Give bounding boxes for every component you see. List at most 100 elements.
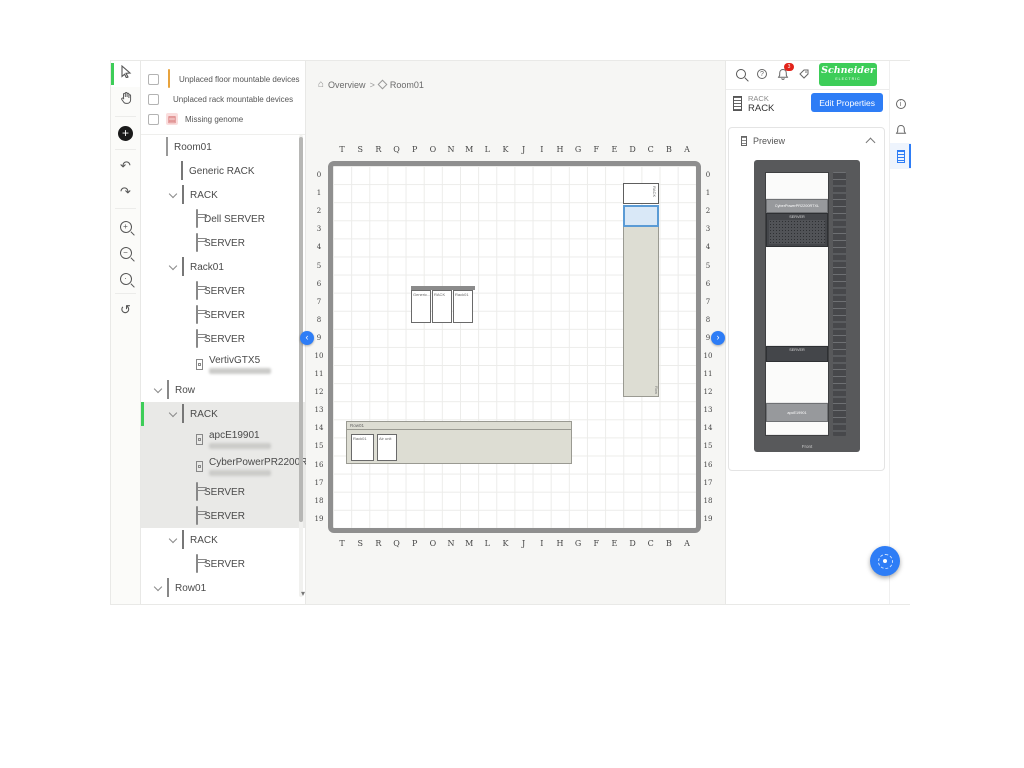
filter-checkbox[interactable]	[148, 94, 159, 105]
right-rail: i	[889, 61, 911, 604]
server-icon	[196, 483, 198, 501]
floorplan-canvas[interactable]: ⌂ Overview > Room01 TSRQPONMLKJIHGFEDCBA…	[306, 61, 726, 604]
floor-row-label: 16	[703, 456, 713, 474]
tree-item-rack[interactable]: RACK	[141, 183, 305, 207]
tree-item-rack[interactable]: RACK	[141, 528, 305, 552]
tree-item-cyberpowerpr2200r[interactable]: CyberPowerPR2200R...	[141, 453, 305, 480]
help-icon[interactable]: ?	[755, 67, 769, 81]
guided-tour-button[interactable]	[870, 546, 900, 576]
collapse-preview-icon[interactable]	[866, 138, 876, 148]
floor-row-body[interactable]: Row	[623, 227, 659, 397]
breadcrumb-room[interactable]: Room01	[390, 80, 424, 90]
floor-row-label: 11	[314, 365, 324, 383]
tree-item-room01[interactable]: Room01	[141, 135, 305, 159]
collapse-sidebar-toggle[interactable]: ‹	[300, 331, 314, 345]
tree-item-label: Generic RACK	[189, 166, 255, 177]
chevron-down-icon[interactable]	[154, 582, 162, 590]
chevron-down-icon[interactable]	[169, 534, 177, 542]
zoom-fit-button[interactable]: ·	[111, 264, 140, 290]
collapse-panel-toggle[interactable]: ›	[711, 331, 725, 345]
rack-unit-rail	[833, 172, 846, 436]
hand-icon	[120, 91, 132, 109]
select-tool[interactable]	[111, 61, 140, 87]
scrollbar-thumb[interactable]	[299, 137, 303, 522]
tree-item-server[interactable]: SERVER	[141, 231, 305, 255]
schneider-logo[interactable]: Schneider Electric	[819, 63, 877, 86]
floor-rack-rack[interactable]: RACK	[432, 290, 452, 323]
tree-item-row01[interactable]: Row01	[141, 576, 305, 600]
floor-row-label: 0	[703, 166, 713, 184]
floor-row-label: 19	[703, 510, 713, 528]
rack-empty-slot	[766, 173, 828, 199]
tree-item-generic-rack[interactable]: Generic RACK	[141, 159, 305, 183]
scroll-down-arrow[interactable]: ▾	[301, 589, 305, 598]
floor-vertical-row[interactable]: RACK Row	[623, 183, 659, 397]
filter-list: Unplaced floor mountable devicesUnplaced…	[141, 69, 305, 129]
floor-air-unit[interactable]: Air unit	[377, 434, 397, 461]
canvas-toolbar: +↶↷+−·↺	[111, 61, 141, 604]
inspector-header: RACK RACK	[733, 94, 774, 114]
info-icon[interactable]: i	[890, 91, 911, 117]
tree-item-row[interactable]: Row	[141, 378, 305, 402]
tree-item-server[interactable]: SERVER	[141, 303, 305, 327]
floor-row-label: 1	[703, 184, 713, 202]
pan-tool[interactable]	[111, 87, 140, 113]
chevron-down-icon[interactable]	[169, 408, 177, 416]
genome-icon: ▤	[166, 113, 178, 125]
server-icon	[196, 555, 198, 573]
edit-properties-button[interactable]: Edit Properties	[811, 93, 883, 112]
server-icon	[196, 507, 198, 525]
rack-icon	[182, 186, 184, 204]
cursor-icon	[119, 65, 132, 83]
tree-item-server[interactable]: SERVER	[141, 504, 305, 528]
row01-body[interactable]: Rack01 Air unit	[346, 430, 572, 464]
filter-row: Unplaced floor mountable devices	[141, 69, 305, 89]
rack-icon	[733, 96, 742, 111]
floor-rack01[interactable]: Rack01	[351, 434, 374, 461]
tree-item-apce19901[interactable]: apcE19901	[141, 426, 305, 453]
zoom-in-button[interactable]: +	[111, 212, 140, 238]
filter-checkbox[interactable]	[148, 114, 159, 125]
floor-rack-generic[interactable]: Generic...	[411, 290, 431, 323]
ups-icon	[196, 461, 203, 472]
chevron-down-icon[interactable]	[169, 261, 177, 269]
tree-item-rack[interactable]: RACK	[141, 402, 305, 426]
chevron-down-icon[interactable]	[169, 189, 177, 197]
rack-icon	[181, 162, 183, 180]
tree-item-rack01[interactable]: Rack01	[141, 255, 305, 279]
sidebar: Unplaced floor mountable devicesUnplaced…	[141, 61, 306, 604]
floor-device-icon	[166, 70, 172, 88]
floor-rack-rack01[interactable]: Rack01	[453, 290, 473, 323]
tree-scrollbar[interactable]	[299, 135, 303, 597]
zoom-out-button[interactable]: −	[111, 238, 140, 264]
floor-rack-selected[interactable]	[623, 205, 659, 227]
floor-row-label: 3	[314, 220, 324, 238]
undo-button[interactable]: ↶	[111, 153, 140, 179]
server-icon	[196, 210, 198, 228]
floor-bottom-row[interactable]: Row01 Rack01 Air unit	[346, 421, 572, 464]
tree-item-server[interactable]: SERVER	[141, 279, 305, 303]
floor-col-label: S	[351, 539, 369, 548]
tree-item-vertivgtx5[interactable]: VertivGTX5	[141, 351, 305, 378]
floor-col-label: B	[660, 145, 678, 154]
floor-col-label: S	[351, 145, 369, 154]
add-tool[interactable]: +	[111, 120, 140, 146]
tree-item-server[interactable]: SERVER	[141, 480, 305, 504]
filter-checkbox[interactable]	[148, 74, 159, 85]
notifications-bell-icon[interactable]: 3	[776, 67, 790, 81]
tree-item-dell-server[interactable]: Dell SERVER	[141, 207, 305, 231]
tree-item-server[interactable]: SERVER	[141, 327, 305, 351]
floor-rack-top[interactable]: RACK	[623, 183, 659, 204]
history-button[interactable]: ↺	[111, 297, 140, 323]
tree-item-label: Row01	[175, 583, 206, 594]
plus-icon: +	[118, 124, 133, 142]
chevron-down-icon[interactable]	[154, 384, 162, 392]
breadcrumb-overview[interactable]: Overview	[328, 80, 366, 90]
rack-tab-icon[interactable]	[890, 143, 911, 169]
search-icon[interactable]	[734, 67, 748, 81]
redo-button[interactable]: ↷	[111, 179, 140, 205]
floor-rack-group[interactable]: Generic... RACK Rack01	[411, 286, 475, 323]
tag-icon[interactable]	[797, 67, 811, 81]
tree-item-server[interactable]: SERVER	[141, 552, 305, 576]
alarms-bell-icon[interactable]	[890, 117, 911, 143]
